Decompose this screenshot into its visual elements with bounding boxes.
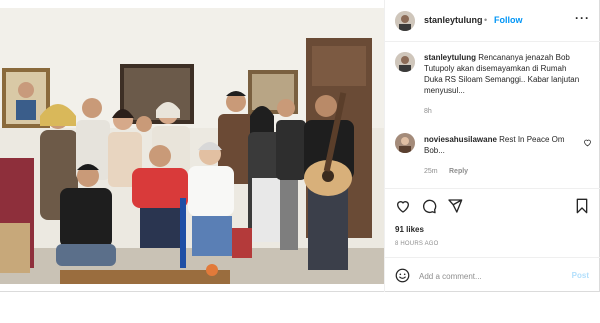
share-paper-plane-icon[interactable] [447, 198, 463, 214]
caption-time[interactable]: 8h [424, 108, 432, 115]
author-username[interactable]: stanleytulung [424, 15, 483, 25]
post-actions: 91 likes 8 HOURS AGO Post [385, 188, 600, 292]
post-caption: stanleytulung Rencananya jenazah Bob Tut… [424, 52, 584, 96]
like-heart-icon[interactable] [395, 198, 411, 214]
post-comment-button[interactable]: Post [572, 271, 589, 280]
caption-author-avatar[interactable] [395, 52, 415, 72]
commenter-avatar[interactable] [395, 133, 415, 153]
author-avatar[interactable] [395, 11, 415, 31]
likes-count[interactable]: 91 likes [395, 225, 424, 234]
comment-bubble-icon[interactable] [421, 198, 437, 214]
comment-username[interactable]: noviesahusilawane [424, 135, 497, 144]
caption-username[interactable]: stanleytulung [424, 53, 476, 62]
group-photo-image [0, 8, 384, 284]
avatar-photo-icon [395, 133, 415, 153]
reply-button[interactable]: Reply [449, 168, 468, 175]
emoji-icon[interactable] [395, 268, 410, 283]
instagram-post: stanleytulung • Follow ··· stanleytulung… [0, 0, 600, 292]
post-photo[interactable] [0, 8, 384, 284]
comment-item: noviesahusilawane Rest In Peace Om Bob..… [424, 134, 574, 156]
add-comment-bar: Post [385, 257, 600, 293]
avatar-photo-icon [395, 52, 415, 72]
comment-like-heart-icon[interactable] [583, 138, 592, 147]
post-side-panel: stanleytulung • Follow ··· stanleytulung… [384, 0, 600, 292]
comment-time[interactable]: 25m [424, 168, 438, 175]
post-date[interactable]: 8 HOURS AGO [395, 241, 439, 247]
save-bookmark-icon[interactable] [575, 198, 589, 214]
separator-dot: • [484, 15, 488, 25]
post-header: stanleytulung • Follow ··· [385, 0, 600, 42]
avatar-photo-icon [395, 11, 415, 31]
follow-button[interactable]: Follow [494, 15, 523, 25]
more-options-icon[interactable]: ··· [575, 11, 590, 25]
comment-input[interactable] [419, 268, 559, 284]
